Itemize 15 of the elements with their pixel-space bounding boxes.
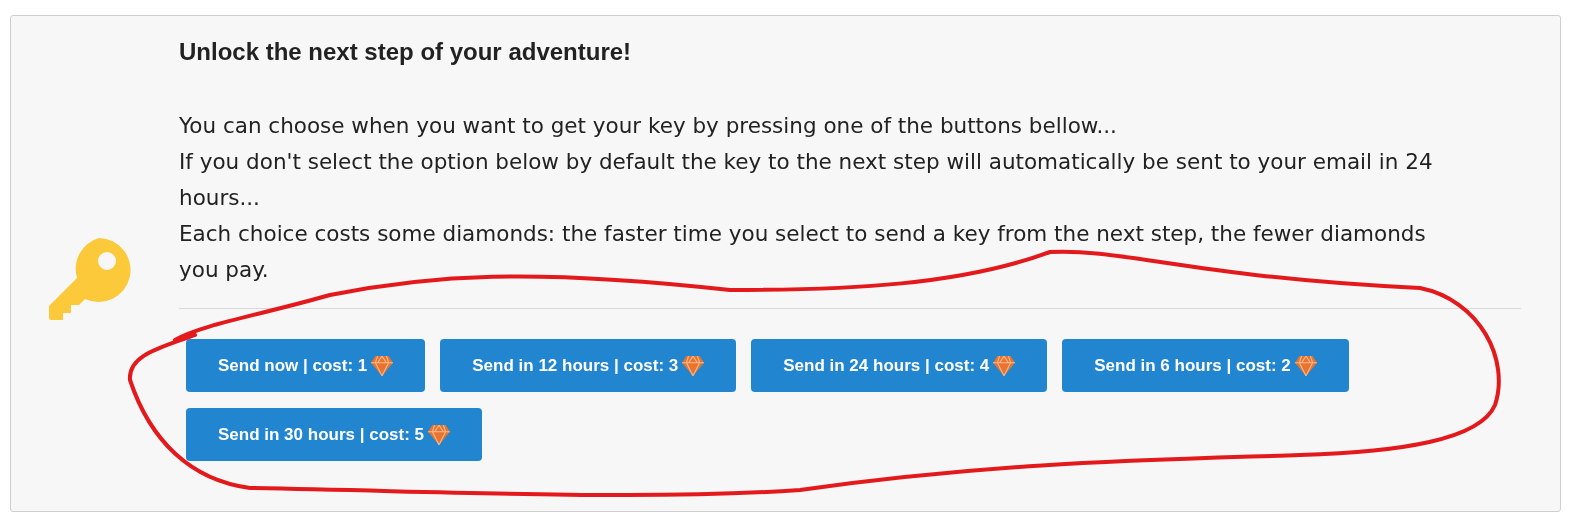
send-button[interactable]: Send in 6 hours | cost: 2 (1062, 339, 1349, 392)
send-button[interactable]: Send now | cost: 1 (186, 339, 426, 392)
paragraph: Each choice costs some diamonds: the faster time you select to send a key from the next step, the fewer diamonds you pay. (179, 220, 1427, 284)
send-button[interactable]: Send in 30 hours | cost: 5 (186, 408, 482, 461)
key-icon (49, 237, 131, 320)
diamond-icon (371, 355, 394, 376)
paragraph: If you don't select the option below by default the key to the next step will automatically be sent to your email in 24 hours... (179, 148, 1434, 212)
paragraph: You can choose when you want to get your key by pressing one of the buttons bellow... (179, 112, 1118, 140)
diamond-icon (1294, 355, 1317, 376)
diamond-icon (427, 424, 450, 445)
send-button[interactable]: Send in 24 hours | cost: 4 (751, 339, 1048, 392)
diamond-icon (682, 355, 705, 376)
send-button[interactable]: Send in 12 hours | cost: 3 (440, 339, 737, 392)
diamond-icon (993, 355, 1016, 376)
card-title: Unlock the next step of your adventure! (179, 38, 633, 66)
